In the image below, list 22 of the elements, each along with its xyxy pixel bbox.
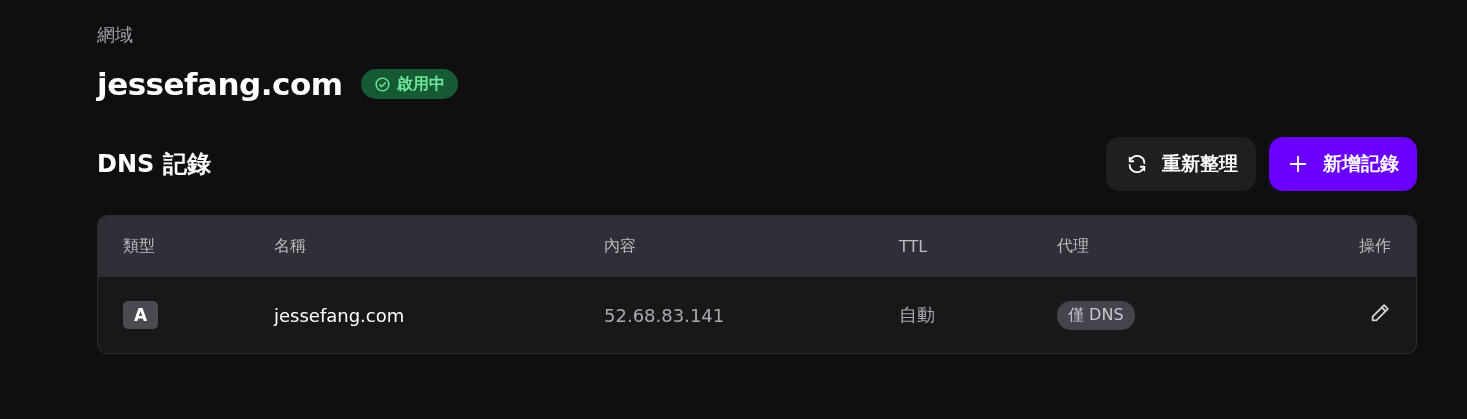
plus-icon [1287,153,1309,175]
column-header: 內容 [604,236,637,257]
record-type-tag: A [123,301,159,329]
table-cell-text: jessefang.com [274,304,406,326]
refresh-icon [1126,153,1148,175]
proxy-tag: 僅 DNS [1057,300,1135,330]
pencil-icon [1369,302,1391,324]
add-record-button[interactable]: 新增記錄 [1269,137,1417,191]
section-title: DNS 記錄 [97,149,211,180]
column-header: 代理 [1057,236,1090,257]
table-cell-text: 自動 [899,303,936,327]
column-header: 名稱 [274,236,307,257]
table-cell-text: 52.68.83.141 [604,304,726,326]
section-label: 網域 [97,23,134,47]
domain-title: jessefang.com [97,65,343,104]
column-header: TTL [899,237,929,256]
refresh-button[interactable]: 重新整理 [1106,137,1256,191]
column-header: 類型 [123,236,156,257]
edit-button[interactable] [1369,302,1391,324]
check-circle-icon [373,75,391,93]
column-header: 操作 [1358,236,1391,257]
status-label: 啟用中 [396,73,445,95]
